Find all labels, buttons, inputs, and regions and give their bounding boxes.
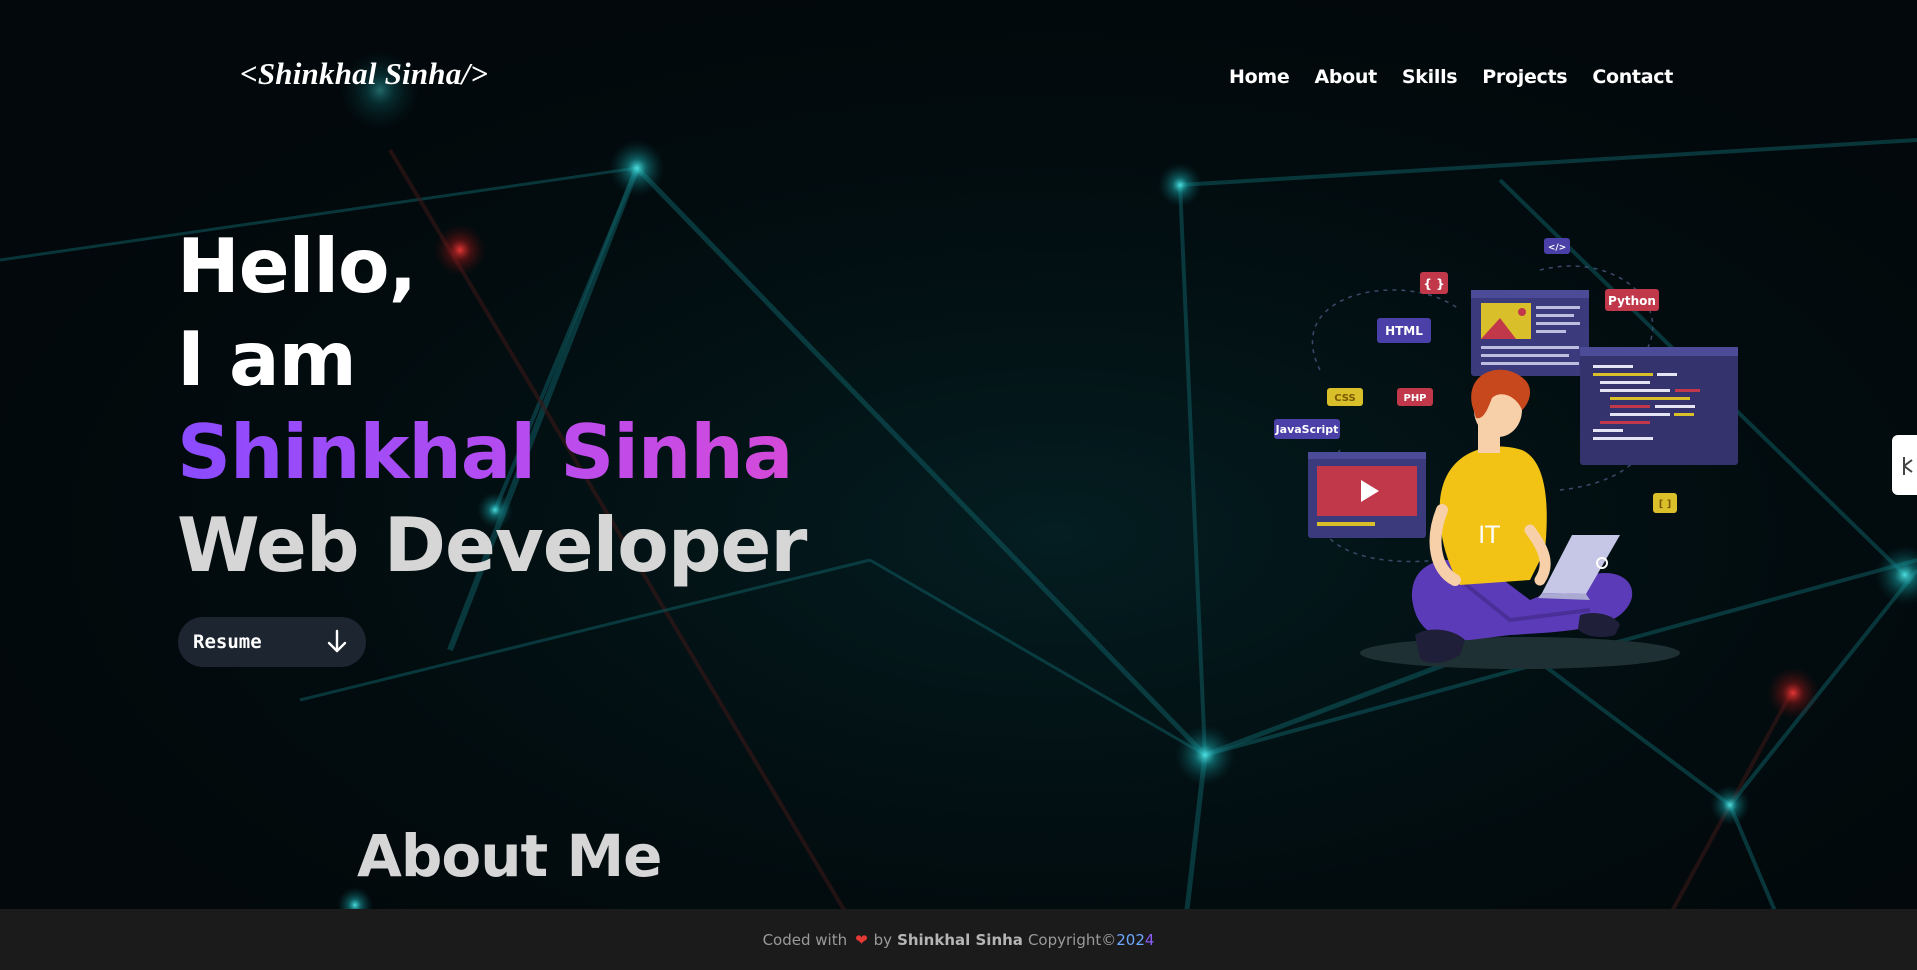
svg-text:PHP: PHP: [1403, 393, 1426, 404]
svg-text:HTML: HTML: [1385, 324, 1423, 338]
hero-name: Shinkhal Sinha: [177, 406, 806, 499]
side-tab-handle[interactable]: [1892, 435, 1917, 495]
hero-section: Hello, I am Shinkhal Sinha Web Developer: [177, 220, 807, 592]
nav-skills[interactable]: Skills: [1402, 66, 1458, 88]
heart-icon: ❤: [855, 930, 868, 949]
svg-text:</>: </>: [1548, 243, 1566, 253]
svg-text:CSS: CSS: [1334, 393, 1355, 404]
svg-text:[ ]: [ ]: [1659, 499, 1672, 510]
nav-projects[interactable]: Projects: [1482, 66, 1567, 88]
svg-text:{ }: { }: [1423, 277, 1444, 291]
svg-text:IT: IT: [1478, 521, 1500, 549]
site-footer: Coded with ❤ by Shinkhal Sinha Copyright…: [0, 909, 1917, 970]
footer-coded-with: Coded with: [762, 930, 848, 949]
footer-by: by: [873, 930, 893, 949]
footer-year-start: 202: [1116, 930, 1145, 949]
developer-illustration: HTML CSS PHP JavaScript Python </> { } […: [1274, 238, 1738, 669]
site-logo[interactable]: <Shinkhal Sinha/>: [240, 56, 488, 92]
hero-role: Web Developer: [177, 501, 807, 589]
about-heading: About Me: [357, 822, 663, 890]
resume-button[interactable]: Resume: [178, 617, 366, 667]
footer-year-end: 4: [1144, 930, 1155, 949]
resume-label: Resume: [193, 631, 262, 653]
main-nav: Home About Skills Projects Contact: [1229, 66, 1698, 88]
nav-contact[interactable]: Contact: [1592, 66, 1673, 88]
nav-about[interactable]: About: [1314, 66, 1377, 88]
hero-greeting: Hello,: [177, 222, 417, 310]
footer-copyright: Copyright©: [1027, 930, 1117, 949]
svg-text:JavaScript: JavaScript: [1275, 423, 1339, 436]
nav-home[interactable]: Home: [1229, 66, 1290, 88]
footer-author: Shinkhal Sinha: [897, 930, 1023, 949]
hero-intro: I am: [177, 315, 357, 403]
arrow-down-icon: [327, 629, 347, 653]
svg-text:Python: Python: [1608, 294, 1656, 308]
scroll-handle-icon: [1903, 457, 1913, 475]
